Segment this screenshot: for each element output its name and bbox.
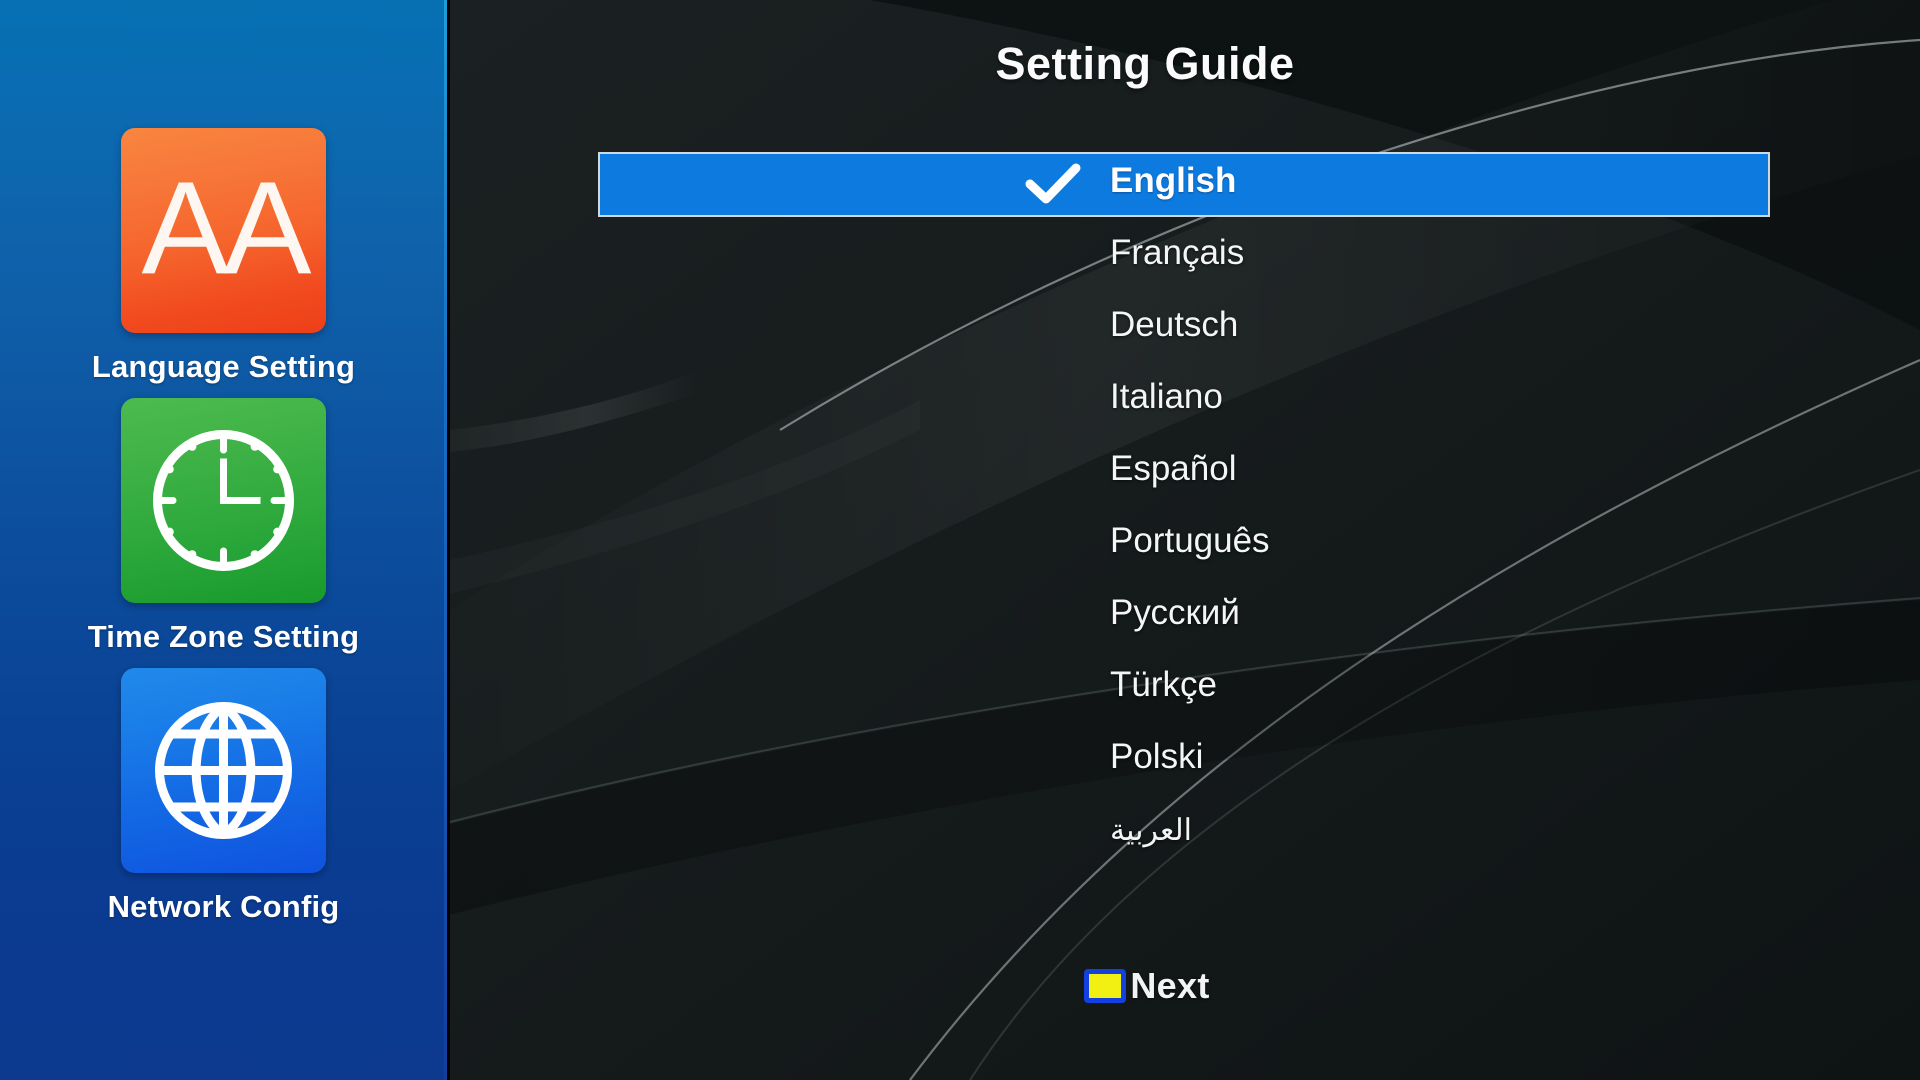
page-title: Setting Guide [450, 38, 1920, 90]
language-label: Português [1110, 521, 1270, 560]
sidebar-item-label-language: Language Setting [91, 349, 356, 384]
clock-icon-svg [153, 430, 294, 571]
language-label: Deutsch [1110, 305, 1239, 344]
yellow-color-key-icon[interactable] [1084, 969, 1127, 1003]
check-mark-icon [1025, 163, 1081, 204]
language-option-italiano[interactable]: Italiano [450, 366, 1920, 438]
aa-glyph: AA [141, 153, 311, 301]
sidebar-item-label-network: Network Config [107, 889, 340, 924]
sidebar-item-label-timezone: Time Zone Setting [87, 619, 360, 654]
language-label: English [1110, 161, 1237, 200]
globe-icon [121, 668, 326, 873]
language-label: Türkçe [1110, 665, 1217, 704]
sidebar-item-language-setting[interactable]: AA Language Setting [0, 128, 447, 385]
language-label: Русский [1110, 593, 1240, 632]
main-panel: Setting Guide English Français Deutsch I… [450, 0, 1920, 1080]
language-label: Polski [1110, 737, 1204, 776]
language-option-deutsch[interactable]: Deutsch [450, 294, 1920, 366]
language-option-francais[interactable]: Français [450, 222, 1920, 294]
page-title-text: Setting Guide [995, 38, 1295, 89]
setting-guide-screen: AA Language Setting Time Zone Setting Ne… [0, 0, 1920, 1080]
next-action-bar: Next [450, 965, 1920, 1008]
language-option-english[interactable]: English [450, 150, 1920, 222]
globe-icon-svg [155, 702, 292, 839]
language-option-turkce[interactable]: Türkçe [450, 654, 1920, 726]
language-option-espanol[interactable]: Español [450, 438, 1920, 510]
sidebar: AA Language Setting Time Zone Setting Ne… [0, 0, 447, 1080]
language-option-russian[interactable]: Русский [450, 582, 1920, 654]
language-label: Español [1110, 449, 1237, 488]
language-option-arabic[interactable]: العربية [450, 798, 1920, 870]
language-label: Français [1110, 233, 1245, 272]
language-list: English Français Deutsch Italiano Españo… [450, 150, 1920, 870]
text-size-aa-icon: AA [121, 128, 326, 333]
sidebar-item-time-zone-setting[interactable]: Time Zone Setting [0, 398, 447, 655]
language-label: Italiano [1110, 377, 1223, 416]
sidebar-item-network-config[interactable]: Network Config [0, 668, 447, 925]
language-option-portugues[interactable]: Português [450, 510, 1920, 582]
language-label: العربية [1110, 814, 1192, 847]
clock-icon [121, 398, 326, 603]
language-option-polski[interactable]: Polski [450, 726, 1920, 798]
next-button-label[interactable]: Next [1130, 965, 1209, 1007]
